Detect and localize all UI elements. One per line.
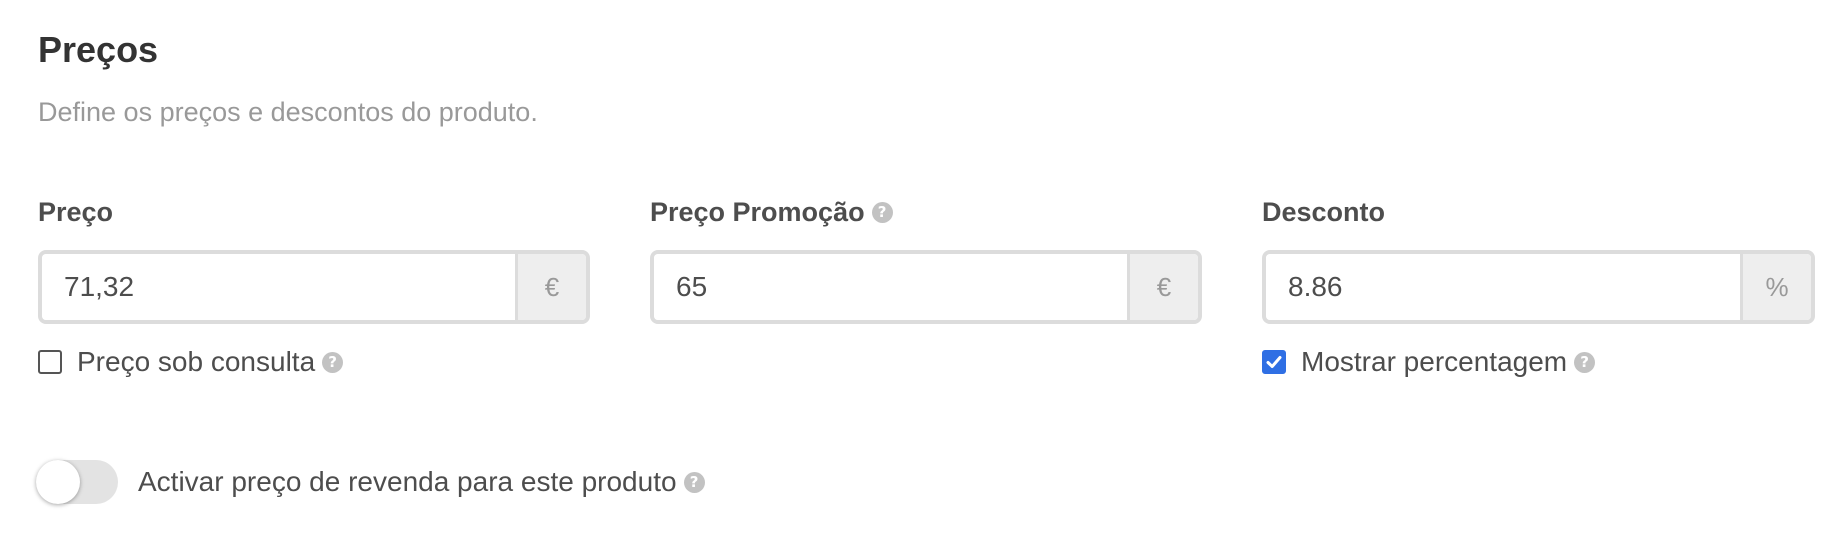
promo-price-field: Preço Promoção ? € bbox=[650, 194, 1202, 324]
help-icon[interactable]: ? bbox=[1574, 351, 1596, 373]
show-percentage-option[interactable]: Mostrar percentagem ? bbox=[1262, 342, 1596, 382]
checkmark-icon bbox=[1266, 356, 1282, 368]
resale-price-toggle[interactable] bbox=[36, 460, 118, 504]
promo-price-label: Preço Promoção ? bbox=[650, 194, 1202, 230]
promo-price-input-group: € bbox=[650, 250, 1202, 324]
discount-input-group: % bbox=[1262, 250, 1815, 324]
discount-field: Desconto % bbox=[1262, 194, 1815, 324]
discount-label: Desconto bbox=[1262, 194, 1815, 230]
percent-addon: % bbox=[1740, 254, 1811, 320]
euro-addon: € bbox=[515, 254, 586, 320]
help-icon[interactable]: ? bbox=[322, 351, 344, 373]
help-icon[interactable]: ? bbox=[683, 471, 705, 493]
price-field: Preço € bbox=[38, 194, 590, 324]
show-percentage-checkbox[interactable] bbox=[1262, 350, 1286, 374]
resale-price-option: Activar preço de revenda para este produ… bbox=[36, 459, 705, 505]
discount-input[interactable] bbox=[1266, 254, 1740, 320]
price-label: Preço bbox=[38, 194, 590, 230]
price-on-request-option[interactable]: Preço sob consulta ? bbox=[38, 342, 344, 382]
promo-price-input[interactable] bbox=[654, 254, 1127, 320]
promo-price-label-text: Preço Promoção bbox=[650, 197, 865, 227]
resale-price-label: Activar preço de revenda para este produ… bbox=[138, 466, 677, 497]
euro-addon: € bbox=[1127, 254, 1198, 320]
toggle-knob bbox=[36, 460, 80, 504]
price-input-group: € bbox=[38, 250, 590, 324]
help-icon[interactable]: ? bbox=[871, 201, 893, 223]
price-on-request-label[interactable]: Preço sob consulta bbox=[77, 346, 315, 378]
section-title: Preços bbox=[38, 29, 159, 70]
price-label-text: Preço bbox=[38, 197, 114, 227]
section-subtitle: Define os preços e descontos do produto. bbox=[38, 97, 538, 127]
price-on-request-checkbox[interactable] bbox=[38, 350, 62, 374]
show-percentage-label[interactable]: Mostrar percentagem bbox=[1301, 346, 1567, 378]
price-input[interactable] bbox=[42, 254, 515, 320]
discount-label-text: Desconto bbox=[1262, 197, 1386, 227]
